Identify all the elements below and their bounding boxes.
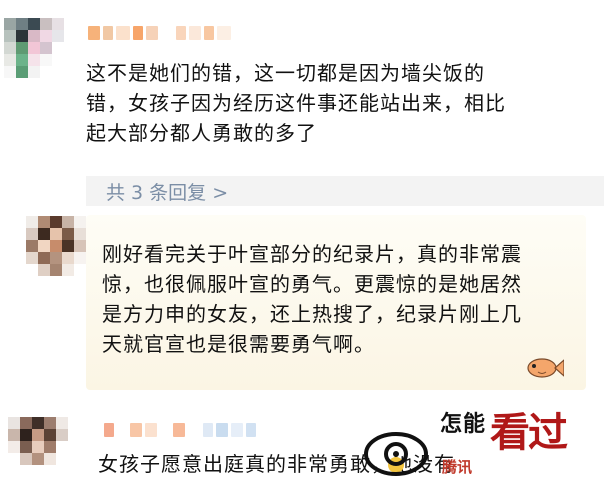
watermark: 怎能 看过 腾讯 [360, 400, 604, 495]
comment-text: 刚好看完关于叶宣部分的纪录片，真的非常震 惊，也很佩服叶宣的勇气。更震惊的是她居… [102, 242, 522, 356]
username-blurred[interactable] [88, 26, 231, 42]
watermark-big-text: 看过 [490, 409, 568, 456]
watermark-small-text: 怎能 [440, 411, 487, 437]
avatar[interactable] [26, 216, 88, 278]
comment-text: 这不是她们的错，这一切都是因为墙尖饭的 错，女孩子因为经历这件事还能站出来，相比… [86, 61, 506, 145]
comment-1: 这不是她们的错，这一切都是因为墙尖饭的 错，女孩子因为经历这件事还能站出来，相比… [0, 0, 604, 206]
comment-card: 刚好看完关于叶宣部分的纪录片，真的非常震 惊，也很佩服叶宣的勇气。更震惊的是她居… [86, 215, 586, 390]
avatar[interactable] [4, 18, 66, 80]
watermark-red-text: 腾讯 [442, 458, 473, 476]
fish-icon [527, 358, 564, 378]
comment-2: 刚好看完关于叶宣部分的纪录片，真的非常震 惊，也很佩服叶宣的勇气。更震惊的是她居… [0, 200, 604, 405]
username-blurred[interactable] [104, 423, 256, 439]
avatar[interactable] [8, 417, 70, 479]
eye-icon [364, 432, 428, 476]
